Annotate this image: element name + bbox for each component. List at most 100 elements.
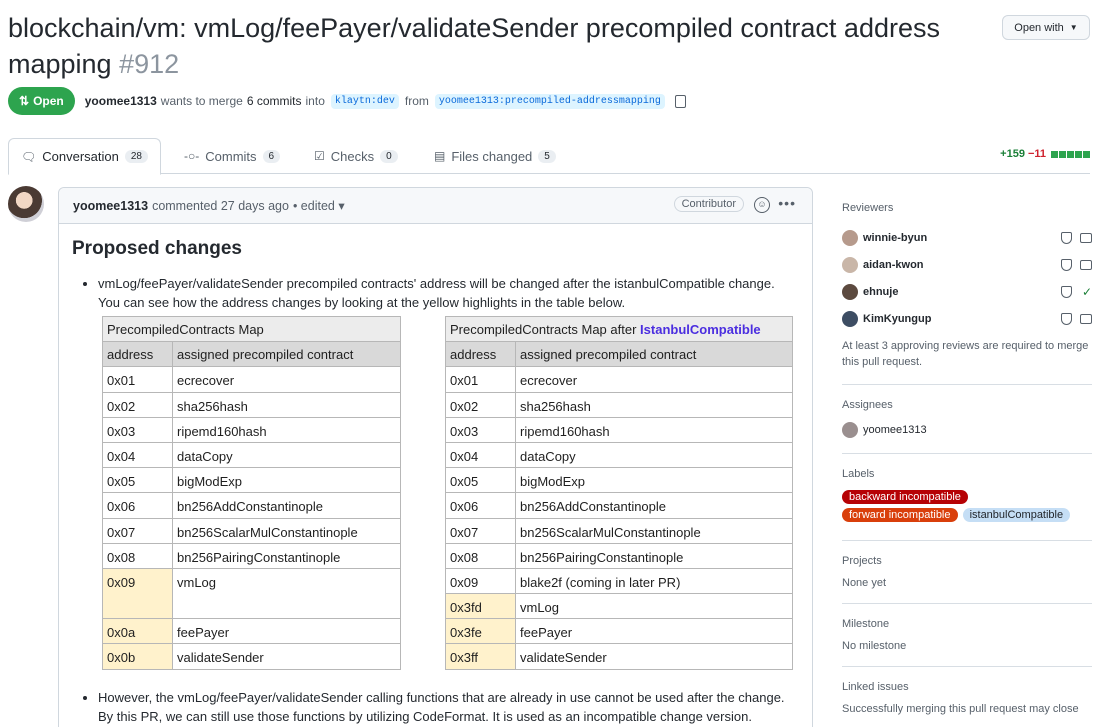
avatar[interactable]	[8, 186, 44, 222]
table-row: 0x07 bn256ScalarMulConstantinople	[445, 517, 793, 544]
contract-cell: bn256AddConstantinople	[515, 492, 793, 519]
checklist-icon: ☑	[314, 149, 325, 163]
table-precompiled-map: PrecompiledContracts Map address assigned…	[102, 315, 401, 670]
table-row: 0x06 bn256AddConstantinople	[445, 492, 793, 519]
contract-cell: sha256hash	[515, 391, 793, 418]
reviewer-name[interactable]: aidan-kwon	[863, 259, 924, 271]
commit-icon: -○-	[184, 149, 200, 163]
reviewer-name[interactable]: KimKyungup	[863, 313, 931, 325]
linked-issues-section: Linked issues Successfully merging this …	[842, 667, 1092, 727]
address-cell: 0x05	[445, 467, 516, 494]
avatar	[842, 256, 858, 273]
table-row: 0x02 sha256hash	[445, 391, 793, 418]
milestone-value: No milestone	[842, 640, 907, 652]
address-cell: 0x03	[102, 416, 173, 443]
projects-section: Projects None yet	[842, 541, 1092, 604]
table-row: 0x06 bn256AddConstantinople	[102, 492, 401, 519]
contract-cell: validateSender	[515, 643, 793, 670]
table-row: 0x04 dataCopy	[445, 441, 793, 469]
table-row: 0x02 sha256hash	[102, 391, 401, 418]
list-item: However, the vmLog/feePayer/validateSend…	[98, 688, 799, 726]
contract-cell: bigModExp	[172, 467, 401, 494]
address-cell: 0x03	[445, 416, 516, 443]
sidebar: Reviewers winnie-byun aidan-kwon ehnuje …	[842, 186, 1092, 727]
address-cell: 0x02	[102, 391, 173, 418]
pr-meta: ⇅ Open yoomee1313 wants to merge 6 commi…	[8, 87, 686, 115]
contract-cell: bigModExp	[515, 467, 793, 494]
reviewer-row[interactable]: winnie-byun	[842, 224, 1092, 251]
contract-cell: dataCopy	[172, 441, 401, 469]
table-row: 0x03 ripemd160hash	[445, 416, 793, 443]
comment-time[interactable]: commented 27 days ago	[152, 199, 289, 213]
reviewer-row[interactable]: KimKyungup	[842, 305, 1092, 332]
section-title[interactable]: Milestone	[842, 618, 1092, 630]
contract-cell: feePayer	[172, 618, 401, 645]
section-title[interactable]: Assignees	[842, 399, 1092, 411]
label-istanbul-compatible[interactable]: istanbulCompatible	[962, 508, 1071, 522]
comment-icon	[1080, 232, 1092, 243]
tab-files-changed[interactable]: ▤ Files changed 5	[422, 138, 568, 174]
smiley-icon[interactable]: ☺	[754, 197, 770, 213]
avatar	[842, 283, 858, 300]
kebab-icon[interactable]: •••	[778, 195, 796, 211]
contract-cell: bn256AddConstantinople	[172, 492, 401, 519]
contributor-badge: Contributor	[673, 196, 744, 212]
column-header: assigned precompiled contract	[172, 341, 401, 368]
section-title[interactable]: Reviewers	[842, 202, 1092, 214]
edited-dropdown[interactable]: • edited ▾	[293, 198, 345, 213]
section-title[interactable]: Projects	[842, 555, 1092, 567]
shield-icon	[1061, 258, 1072, 271]
address-cell: 0x3fe	[445, 618, 516, 645]
address-cell: 0x06	[102, 492, 173, 519]
contract-cell: ecrecover	[172, 366, 401, 393]
base-branch[interactable]: klaytn:dev	[330, 93, 399, 109]
address-cell: 0x08	[102, 542, 173, 569]
diff-deletions: −11	[1027, 148, 1046, 160]
reviewer-name[interactable]: ehnuje	[863, 286, 898, 298]
reviewers-section: Reviewers winnie-byun aidan-kwon ehnuje …	[842, 186, 1092, 385]
head-branch[interactable]: yoomee1313:precompiled-addressmapping	[434, 93, 665, 109]
tab-commits[interactable]: -○- Commits 6	[172, 138, 292, 174]
assignee-name[interactable]: yoomee1313	[863, 424, 927, 436]
list-item: vmLog/feePayer/validateSender precompile…	[98, 274, 799, 670]
label-backward-incompatible[interactable]: backward incompatible	[842, 490, 968, 504]
table-row: 0x05 bigModExp	[445, 467, 793, 494]
label-forward-incompatible[interactable]: forward incompatible	[842, 508, 958, 522]
comment-author[interactable]: yoomee1313	[73, 199, 148, 213]
author-link[interactable]: yoomee1313	[85, 94, 157, 108]
section-title[interactable]: Linked issues	[842, 681, 1092, 693]
avatar	[842, 229, 858, 246]
table-row: 0x04 dataCopy	[102, 441, 401, 469]
shield-icon	[1061, 231, 1072, 244]
table-title: PrecompiledContracts Map after IstanbulC…	[445, 315, 793, 343]
tab-conversation[interactable]: 🗨 Conversation 28	[8, 138, 161, 175]
diff-additions: +159	[1000, 148, 1025, 160]
table-row: 0x0a feePayer	[102, 618, 401, 645]
section-title[interactable]: Labels	[842, 468, 1092, 480]
table-row: 0x3fd vmLog	[445, 593, 793, 620]
address-cell: 0x05	[102, 467, 173, 494]
assignee-row[interactable]: yoomee1313	[842, 421, 1092, 439]
copy-icon[interactable]	[674, 94, 686, 108]
reviewer-row[interactable]: aidan-kwon	[842, 251, 1092, 278]
contract-cell: bn256ScalarMulConstantinople	[172, 517, 401, 544]
contract-cell: bn256PairingConstantinople	[172, 542, 401, 569]
diffstat: +159 −11	[1000, 148, 1090, 160]
check-icon: ✓	[1081, 284, 1092, 299]
address-cell: 0x09	[445, 567, 516, 595]
merge-text-b: into	[305, 94, 325, 108]
table-precompiled-map-istanbul: PrecompiledContracts Map after IstanbulC…	[445, 315, 793, 670]
comment-body: Proposed changes vmLog/feePayer/validate…	[59, 224, 812, 727]
address-cell: 0x06	[445, 492, 516, 519]
from-text: from	[404, 94, 429, 108]
contract-cell: ripemd160hash	[515, 416, 793, 443]
reviewer-row[interactable]: ehnuje ✓	[842, 278, 1092, 305]
reviewer-name[interactable]: winnie-byun	[863, 232, 927, 244]
tab-count: 28	[124, 150, 148, 163]
tab-checks[interactable]: ☑ Checks 0	[302, 138, 410, 174]
column-header: assigned precompiled contract	[515, 341, 793, 368]
open-with-button[interactable]: Open with ▼	[1002, 15, 1090, 40]
tab-count: 5	[538, 149, 556, 163]
avatar	[842, 310, 858, 327]
comment-box: yoomee1313 commented 27 days ago • edite…	[58, 187, 813, 727]
